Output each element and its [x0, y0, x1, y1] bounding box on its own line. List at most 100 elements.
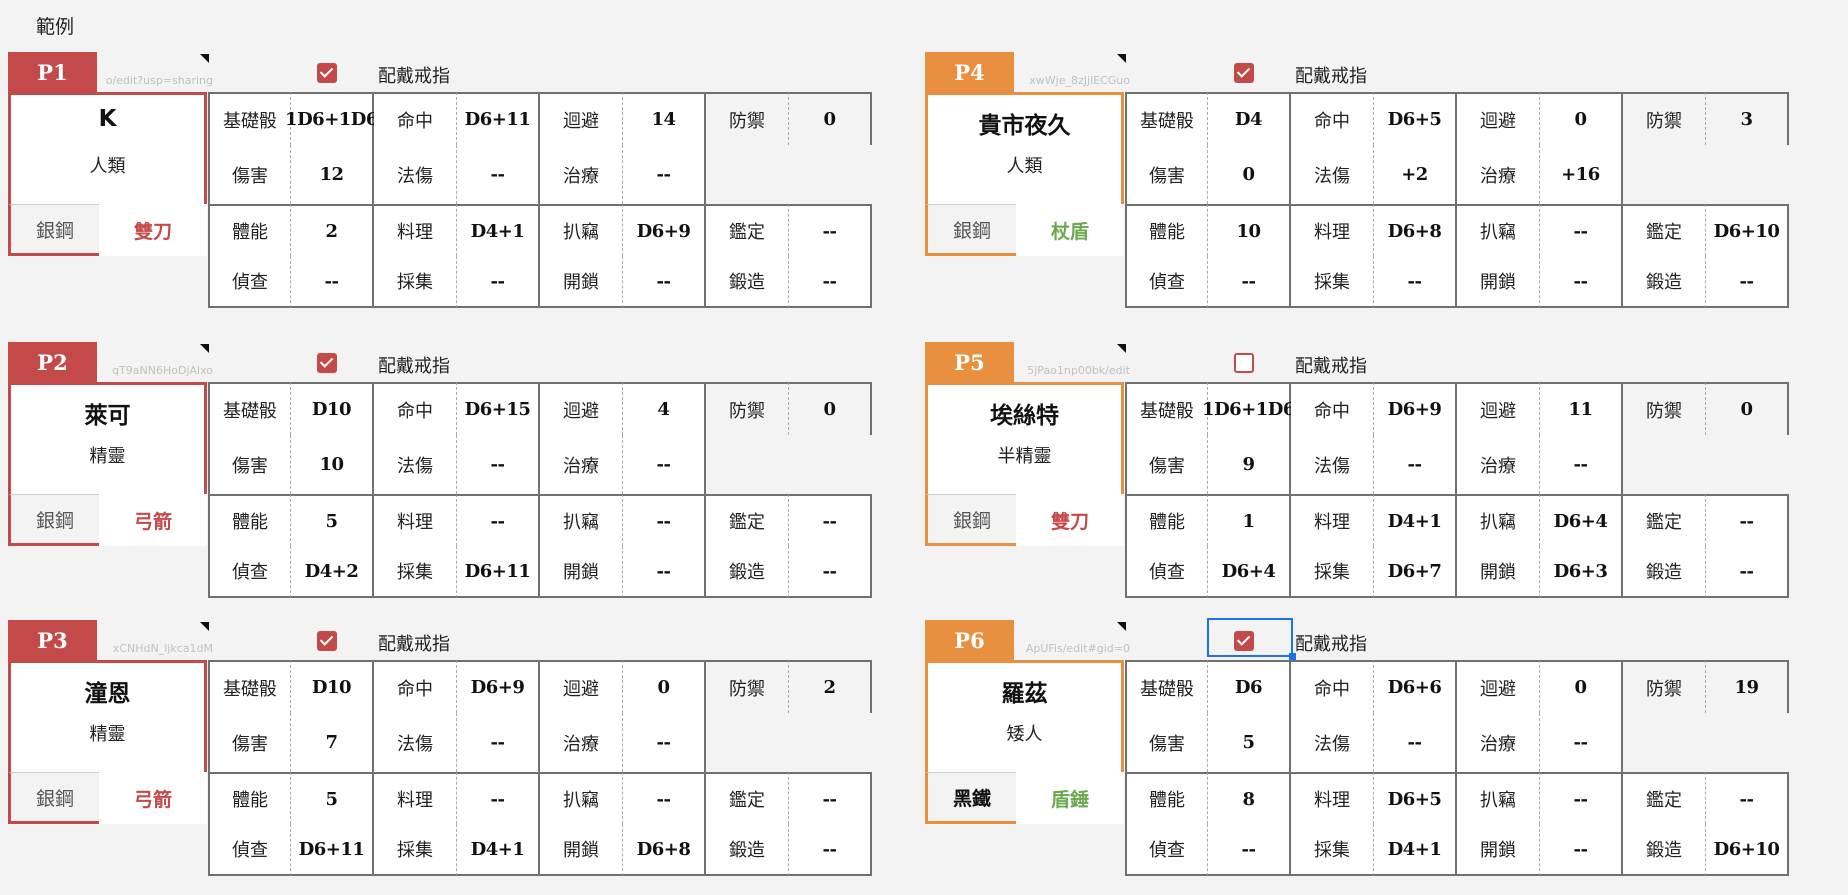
stat-value-lockpick: --	[1540, 256, 1623, 308]
stat-label-magic: 法傷	[1291, 713, 1374, 772]
stat-label-forge: 鍛造	[1623, 256, 1706, 308]
stat-value-forge: --	[1706, 546, 1789, 598]
stat-label-base: 基礎骰	[1125, 660, 1208, 713]
stat-label-damage: 傷害	[208, 145, 291, 204]
stat-value-physique: 5	[291, 494, 374, 546]
ring-checkbox[interactable]	[1234, 63, 1254, 83]
stat-value-gather: D6+11	[457, 546, 540, 598]
stat-value-defense: 0	[789, 382, 872, 435]
character-name: 埃絲特	[990, 403, 1059, 429]
stat-label-forge: 鍛造	[706, 824, 789, 876]
stat-label-gather: 採集	[1291, 546, 1374, 598]
sheet-link[interactable]: qT9aNN6HoDjAlxo	[97, 362, 213, 380]
stat-label-heal: 治療	[540, 145, 623, 204]
player-card-p3: P3 xCNHdN_ljkca1dM 配戴戒指 潼恩 精靈 銀鋼 弓箭 基礎骰 D10 命中 D6+…	[8, 620, 876, 895]
stat-label-damage: 傷害	[1125, 435, 1208, 494]
stat-value-heal: +16	[1540, 145, 1623, 204]
player-tag: P2	[8, 342, 97, 382]
stat-label-magic: 法傷	[374, 435, 457, 494]
stat-value-hit: D6+5	[1374, 92, 1457, 145]
stat-value-dodge: 0	[1540, 92, 1623, 145]
weapon-material: 銀鋼	[8, 772, 99, 824]
stat-label-steal: 扒竊	[1457, 772, 1540, 824]
stat-value-scout: --	[291, 256, 374, 308]
stat-label-scout: 偵查	[1125, 546, 1208, 598]
sheet-link[interactable]: xCNHdN_ljkca1dM	[97, 640, 213, 658]
character-race: 精靈	[89, 446, 126, 467]
stat-label-dodge: 迴避	[540, 382, 623, 435]
stat-value-magic: --	[457, 145, 540, 204]
stat-value-scout: D4+2	[291, 546, 374, 598]
stat-value-steal: --	[1540, 204, 1623, 256]
ring-checkbox[interactable]	[317, 63, 337, 83]
sheet-link[interactable]: ApUFis/edit#gid=0	[1014, 640, 1130, 658]
stat-label-scout: 偵查	[1125, 824, 1208, 876]
stat-value-dodge: 14	[623, 92, 706, 145]
stat-value-heal: --	[1540, 435, 1623, 494]
sheet-link[interactable]: xwWje_8zJjlECGuo	[1014, 72, 1130, 90]
character-name: 萊可	[84, 403, 131, 429]
weapon-material: 銀鋼	[8, 204, 99, 256]
stat-label-hit: 命中	[374, 92, 457, 145]
stat-label-cooking: 料理	[1291, 772, 1374, 824]
stat-label-cooking: 料理	[1291, 494, 1374, 546]
stat-value-heal: --	[1540, 713, 1623, 772]
stat-value-magic: +2	[1374, 145, 1457, 204]
stat-value-appraise: --	[789, 494, 872, 546]
stat-label-appraise: 鑑定	[1623, 772, 1706, 824]
ring-checkbox[interactable]	[1234, 353, 1254, 373]
stat-label-magic: 法傷	[1291, 435, 1374, 494]
stat-value-base: 1D6+1D6	[1202, 382, 1295, 435]
stat-label-defense: 防禦	[1623, 382, 1706, 435]
stat-value-appraise: --	[789, 772, 872, 824]
stat-label-magic: 法傷	[374, 713, 457, 772]
stat-value-cooking: D4+1	[457, 204, 540, 256]
stat-label-magic: 法傷	[1291, 145, 1374, 204]
weapon-type: 雙刀	[1016, 494, 1124, 546]
stat-label-cooking: 料理	[1291, 204, 1374, 256]
stat-value-lockpick: D6+8	[623, 824, 706, 876]
stat-label-forge: 鍛造	[706, 256, 789, 308]
ring-checkbox[interactable]	[317, 353, 337, 373]
stat-value-forge: --	[789, 256, 872, 308]
stat-value-hit: D6+6	[1374, 660, 1457, 713]
stat-value-damage: 7	[291, 713, 374, 772]
weapon-type: 雙刀	[99, 204, 207, 256]
player-card-p1: P1 o/edit?usp=sharing 配戴戒指 K 人類 銀鋼 雙刀 基礎骰 1D6+1D…	[8, 52, 876, 327]
note-indicator	[1117, 54, 1126, 63]
stat-label-lockpick: 開鎖	[1457, 824, 1540, 876]
stat-label-scout: 偵查	[1125, 256, 1208, 308]
stat-value-physique: 2	[291, 204, 374, 256]
stat-label-base: 基礎骰	[208, 382, 291, 435]
stat-label-lockpick: 開鎖	[1457, 256, 1540, 308]
stat-value-base: D10	[291, 382, 374, 435]
player-card-p5: P5 5jPao1np00bk/edit 配戴戒指 埃絲特 半精靈 銀鋼 雙刀 基礎骰 1D6+…	[925, 342, 1793, 617]
ring-checkbox[interactable]	[317, 631, 337, 651]
stat-label-hit: 命中	[374, 382, 457, 435]
selected-cell-outline	[1207, 618, 1296, 660]
stat-value-cooking: --	[457, 494, 540, 546]
stat-value-steal: D6+9	[623, 204, 706, 256]
stat-value-hit: D6+9	[457, 660, 540, 713]
stat-value-magic: --	[1374, 713, 1457, 772]
stat-value-steal: --	[623, 494, 706, 546]
sheet-link[interactable]: 5jPao1np00bk/edit	[1014, 362, 1130, 380]
ring-label: 配戴戒指	[378, 66, 450, 87]
stat-label-defense: 防禦	[1623, 92, 1706, 145]
character-race: 人類	[89, 156, 126, 177]
player-card-p2: P2 qT9aNN6HoDjAlxo 配戴戒指 萊可 精靈 銀鋼 弓箭 基礎骰 D10 命中 D6+…	[8, 342, 876, 617]
stat-value-dodge: 11	[1540, 382, 1623, 435]
ring-label: 配戴戒指	[378, 634, 450, 655]
ring-label: 配戴戒指	[1295, 66, 1367, 87]
sheet-link[interactable]: o/edit?usp=sharing	[97, 72, 213, 90]
stat-label-heal: 治療	[540, 713, 623, 772]
stat-label-dodge: 迴避	[540, 92, 623, 145]
stat-label-physique: 體能	[1125, 204, 1208, 256]
player-tag: P4	[925, 52, 1014, 92]
ring-label: 配戴戒指	[378, 356, 450, 377]
stat-value-cooking: D4+1	[1374, 494, 1457, 546]
stat-label-scout: 偵查	[208, 546, 291, 598]
ring-label: 配戴戒指	[1295, 356, 1367, 377]
stat-value-hit: D6+15	[457, 382, 540, 435]
stat-value-gather: --	[457, 256, 540, 308]
